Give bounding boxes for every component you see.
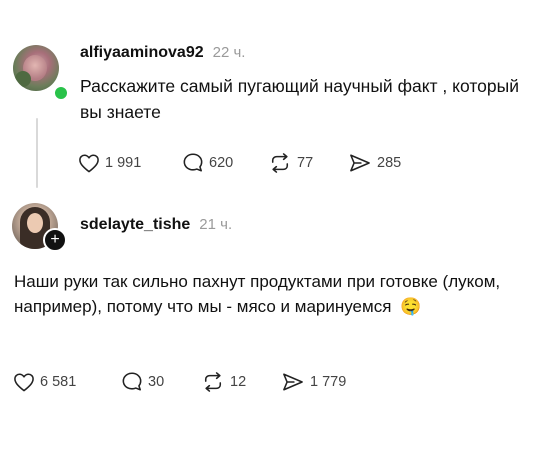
post1-share-button[interactable]: 285 bbox=[348, 153, 428, 173]
avatar-alfiyaaminova92[interactable] bbox=[13, 45, 59, 91]
post1-timestamp: 22 ч. bbox=[212, 44, 246, 61]
post2-text: Наши руки так сильно пахнут продуктами п… bbox=[14, 272, 501, 316]
heart-icon bbox=[13, 372, 35, 392]
post1-text: Расскажите самый пугающий научный факт ,… bbox=[80, 76, 519, 122]
post2-comment-count: 30 bbox=[148, 373, 165, 390]
post2-repost-count: 12 bbox=[230, 373, 247, 390]
heart-icon bbox=[78, 153, 100, 173]
post2-repost-button[interactable]: 12 bbox=[201, 371, 281, 392]
avatar-face bbox=[27, 213, 43, 233]
avatar-foliage bbox=[15, 71, 31, 87]
post1-actions: 1 991 620 77 285 bbox=[78, 152, 428, 173]
online-status-dot bbox=[53, 85, 69, 101]
post1-repost-count: 77 bbox=[297, 154, 314, 171]
drooling-emoji: 🤤 bbox=[400, 297, 422, 316]
post1-comment-count: 620 bbox=[209, 154, 234, 171]
post2-header: sdelayte_tishe 21 ч. bbox=[80, 216, 232, 234]
post2-actions: 6 581 30 12 1 779 bbox=[13, 371, 371, 392]
repost-icon bbox=[201, 371, 225, 392]
share-icon bbox=[281, 372, 305, 392]
post2-like-button[interactable]: 6 581 bbox=[13, 372, 121, 392]
post1-username[interactable]: alfiyaaminova92 bbox=[80, 44, 204, 62]
post1-header: alfiyaaminova92 22 ч. bbox=[80, 44, 245, 62]
post1-comment-button[interactable]: 620 bbox=[182, 152, 268, 173]
post2-share-button[interactable]: 1 779 bbox=[281, 372, 371, 392]
comment-bubble-icon bbox=[182, 152, 204, 173]
thread-line bbox=[36, 118, 38, 188]
comment-bubble-icon bbox=[121, 371, 143, 392]
post2-text-block: Наши руки так сильно пахнут продуктами п… bbox=[14, 269, 514, 319]
post2-like-count: 6 581 bbox=[40, 373, 77, 390]
post1-repost-button[interactable]: 77 bbox=[268, 152, 348, 173]
repost-icon bbox=[268, 152, 292, 173]
share-icon bbox=[348, 153, 372, 173]
post1-like-count: 1 991 bbox=[105, 154, 142, 171]
post1-share-count: 285 bbox=[377, 154, 402, 171]
post1-like-button[interactable]: 1 991 bbox=[78, 153, 182, 173]
post2-username[interactable]: sdelayte_tishe bbox=[80, 216, 190, 234]
post2-timestamp: 21 ч. bbox=[199, 216, 233, 233]
post2-comment-button[interactable]: 30 bbox=[121, 371, 201, 392]
post2-share-count: 1 779 bbox=[310, 373, 347, 390]
follow-plus-icon[interactable]: + bbox=[43, 228, 67, 252]
